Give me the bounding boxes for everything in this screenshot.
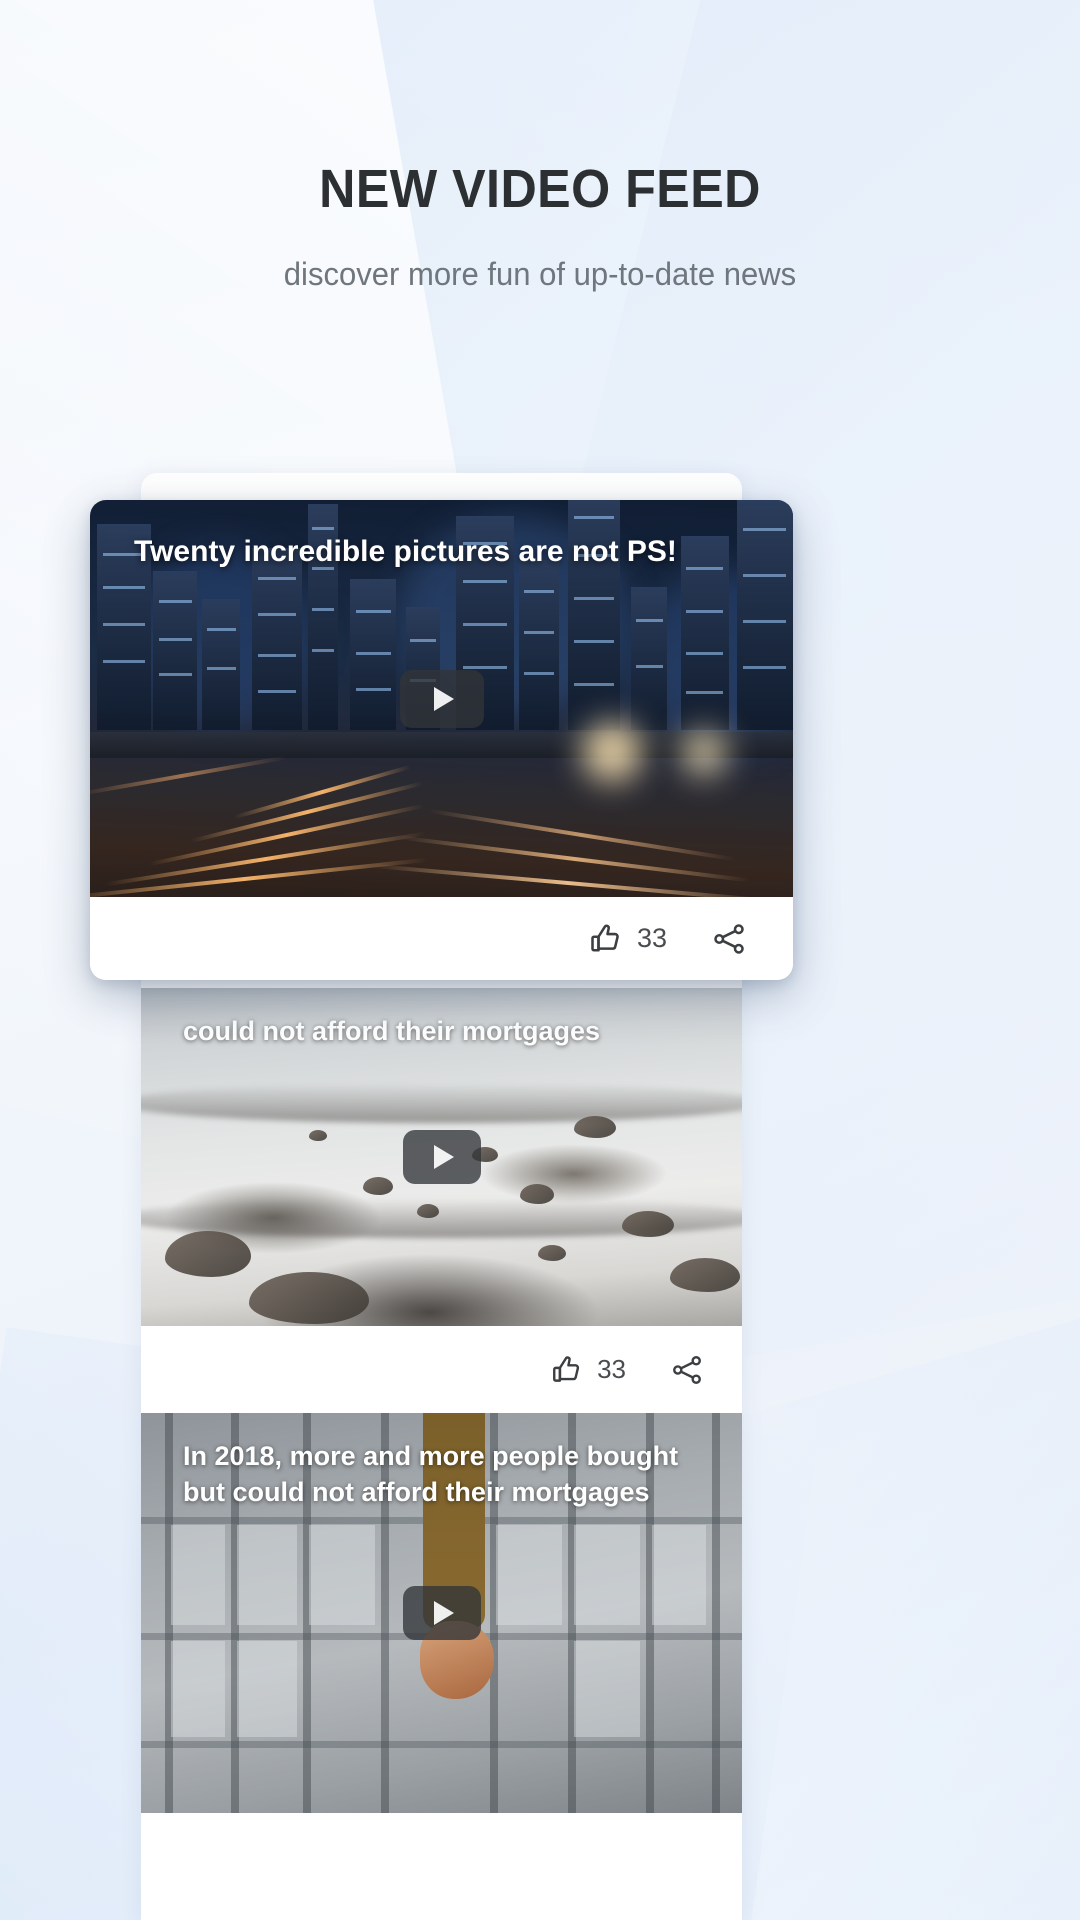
- video-thumbnail-snow[interactable]: could not afford their mortgages: [141, 988, 742, 1326]
- like-button[interactable]: 33: [588, 921, 667, 957]
- thumbs-up-icon: [591, 924, 619, 952]
- like-button[interactable]: 33: [550, 1353, 626, 1387]
- page-title: NEW VIDEO FEED: [319, 159, 761, 219]
- play-icon[interactable]: [402, 1130, 481, 1184]
- like-count: 33: [636, 923, 667, 953]
- header: NEW VIDEO FEED discover more fun of up-t…: [0, 0, 1080, 290]
- share-button[interactable]: [670, 1353, 704, 1387]
- feed-card-headline: could not afford their mortgages: [183, 1016, 601, 1046]
- page-subtitle: discover more fun of up-to-date news: [283, 256, 797, 292]
- share-icon: [673, 1355, 701, 1384]
- share-button[interactable]: [711, 921, 747, 957]
- hero-headline: Twenty incredible pictures are not PS!: [134, 535, 677, 568]
- hero-video-card[interactable]: Twenty incredible pictures are not PS! 3…: [90, 500, 793, 980]
- action-bar-snow: 33: [141, 1326, 742, 1413]
- hero-action-bar: 33: [90, 897, 793, 980]
- like-count: 33: [597, 1354, 626, 1384]
- thumbs-up-icon: [553, 1355, 580, 1382]
- share-icon: [714, 923, 744, 954]
- feed-card-snow[interactable]: could not afford their mortgages 33: [141, 988, 742, 1413]
- video-thumbnail-building[interactable]: In 2018, more and more people bought but…: [141, 1413, 742, 1813]
- feed-card-mortgages[interactable]: In 2018, more and more people bought but…: [141, 1413, 742, 1813]
- play-icon[interactable]: [402, 1586, 481, 1640]
- play-icon[interactable]: [399, 669, 484, 728]
- hero-video-thumbnail[interactable]: Twenty incredible pictures are not PS!: [90, 500, 793, 897]
- feed-card-headline: In 2018, more and more people bought but…: [183, 1441, 679, 1507]
